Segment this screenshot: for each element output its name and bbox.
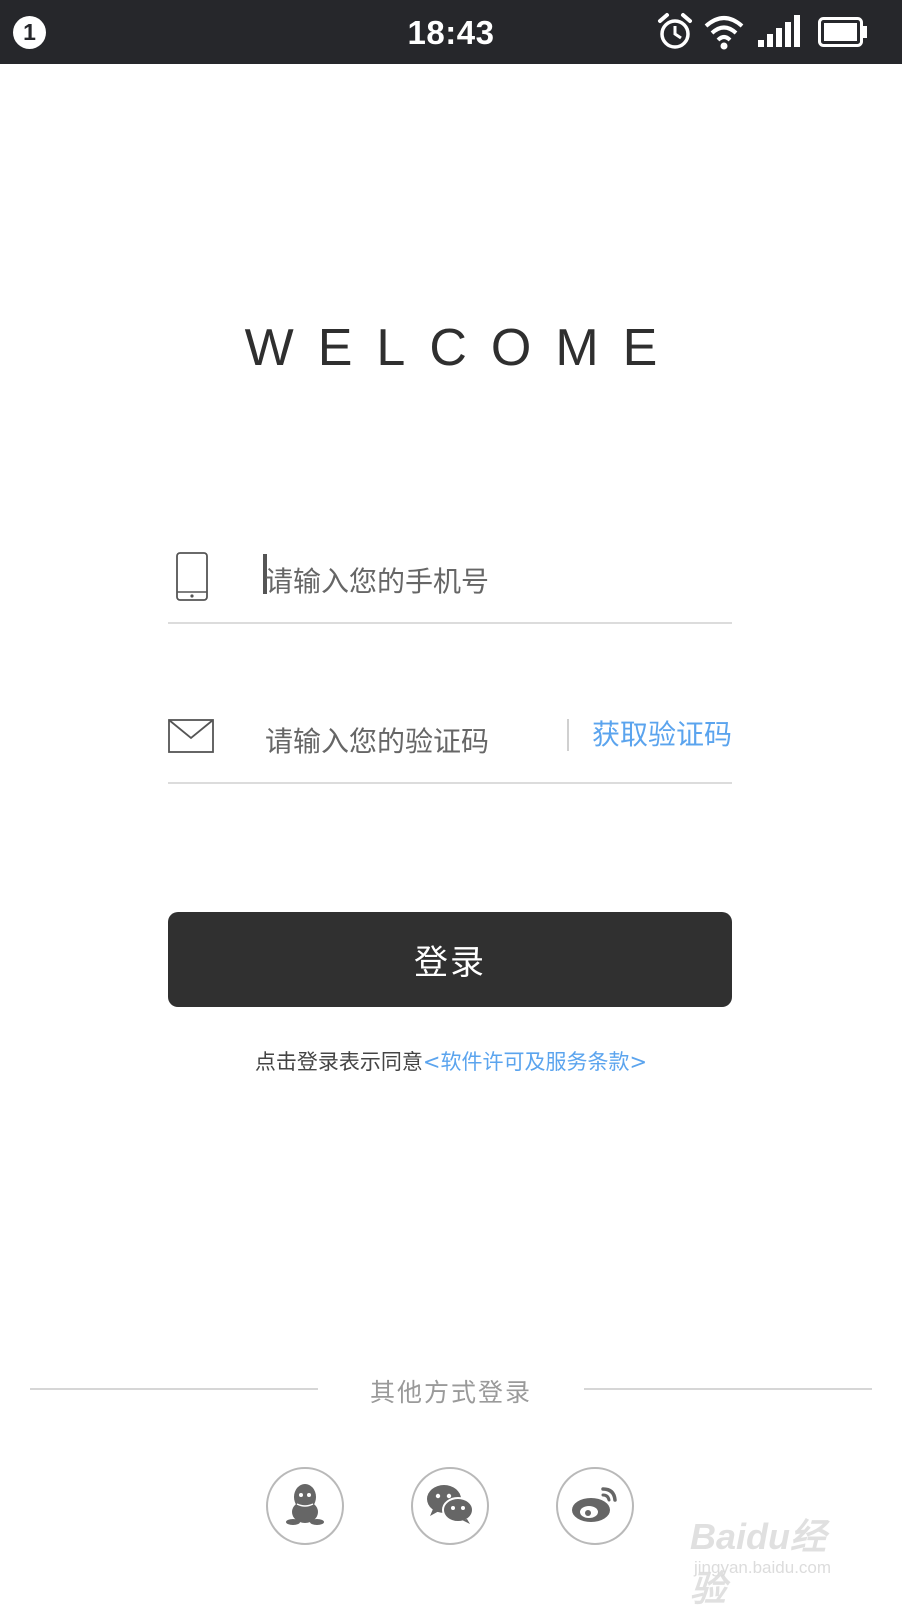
- wifi-icon: [704, 14, 744, 54]
- phone-input[interactable]: [263, 556, 565, 606]
- get-code-button[interactable]: 获取验证码: [592, 712, 732, 758]
- weibo-icon: [570, 1483, 620, 1529]
- phone-icon: [175, 552, 209, 606]
- baidu-watermark: Baidu经验 jingyan.baidu.com: [690, 1508, 860, 1609]
- wechat-icon: [425, 1483, 475, 1529]
- wechat-login-button[interactable]: [411, 1467, 489, 1545]
- mail-icon: [168, 719, 214, 757]
- status-bar: 1 18:43: [0, 0, 902, 64]
- phone-field: [168, 552, 732, 624]
- watermark-sub: jingyan.baidu.com: [694, 1558, 832, 1577]
- signal-icon: [756, 14, 804, 52]
- alarm-icon: [656, 12, 694, 56]
- login-button[interactable]: 登录: [168, 912, 732, 1007]
- agreement-text: 点击登录表示同意<软件许可及服务条款>: [0, 1046, 902, 1076]
- terms-link[interactable]: <软件许可及服务条款>: [423, 1050, 647, 1074]
- qq-login-button[interactable]: [266, 1467, 344, 1545]
- welcome-title: WELCOME: [244, 319, 682, 377]
- qq-icon: [285, 1482, 325, 1530]
- agreement-prefix: 点击登录表示同意: [254, 1050, 423, 1074]
- code-field: 获取验证码: [168, 712, 732, 784]
- divider-right: [584, 1388, 872, 1390]
- other-login-label: 其他方式登录: [369, 1378, 532, 1407]
- code-input[interactable]: [263, 716, 565, 766]
- weibo-login-button[interactable]: [556, 1467, 634, 1545]
- battery-icon: [818, 17, 868, 51]
- code-divider: [567, 719, 569, 751]
